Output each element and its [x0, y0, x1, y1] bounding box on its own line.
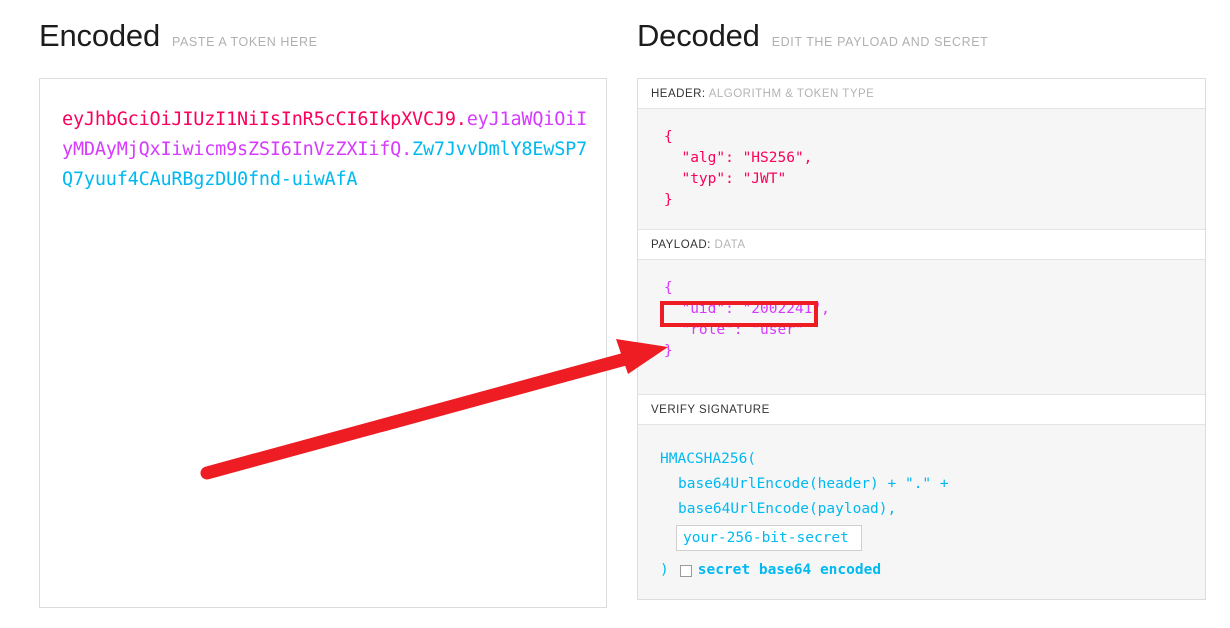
base64-encoded-checkbox[interactable]	[679, 564, 692, 577]
payload-json-body[interactable]: { "uid": "2002241", "role": "user" }	[638, 260, 1205, 395]
payload-label-text: PAYLOAD:	[651, 239, 711, 251]
header-json-line: "typ": "JWT"	[664, 171, 787, 187]
header-json-body[interactable]: { "alg": "HS256", "typ": "JWT" }	[638, 109, 1205, 230]
base64-encoded-label: secret base64 encoded	[697, 562, 882, 578]
hmac-line: HMACSHA256(	[660, 451, 757, 467]
token-separator-2: .	[401, 139, 413, 160]
decoded-title: Decoded	[637, 18, 760, 53]
header-label-muted: ALGORITHM & TOKEN TYPE	[708, 88, 875, 100]
header-label-text: HEADER:	[651, 88, 706, 100]
encoded-token-panel[interactable]: eyJhbGciOiJIUzI1NiIsInR5cCI6IkpXVCJ9.eyJ…	[39, 78, 607, 608]
payload-json-line: "uid": "2002241",	[664, 301, 830, 317]
header-json-line: "alg": "HS256",	[664, 150, 813, 166]
encoded-subtitle: PASTE A TOKEN HERE	[171, 35, 318, 49]
payload-section-label: PAYLOAD: DATA	[638, 230, 1205, 260]
encoded-title: Encoded	[39, 18, 160, 53]
closing-paren: )	[660, 562, 669, 578]
decoded-panel: HEADER: ALGORITHM & TOKEN TYPE { "alg": …	[637, 78, 1206, 600]
token-header-segment: eyJhbGciOiJIUzI1NiIsInR5cCI6IkpXVCJ9	[62, 109, 456, 130]
secret-input[interactable]	[676, 525, 862, 551]
base64-encoded-row[interactable]: ) secret base64 encoded	[638, 560, 1205, 581]
decoded-column-heading: Decoded EDIT THE PAYLOAD AND SECRET	[637, 18, 988, 54]
decoded-subtitle: EDIT THE PAYLOAD AND SECRET	[771, 35, 989, 49]
signature-label-text: VERIFY SIGNATURE	[651, 404, 770, 416]
signature-body: HMACSHA256( base64UrlEncode(header) + ".…	[638, 425, 1205, 599]
header-json-line: }	[664, 192, 673, 208]
token-separator-1: .	[455, 109, 467, 130]
header-json-line: {	[664, 129, 673, 145]
base64url-header-line: base64UrlEncode(header) + "." +	[678, 476, 949, 492]
header-section-label: HEADER: ALGORITHM & TOKEN TYPE	[638, 79, 1205, 109]
payload-json-line: "role": "user"	[664, 322, 804, 338]
encoded-token-text[interactable]: eyJhbGciOiJIUzI1NiIsInR5cCI6IkpXVCJ9.eyJ…	[62, 105, 588, 195]
encoded-column-heading: Encoded PASTE A TOKEN HERE	[39, 18, 318, 54]
payload-json-line: {	[664, 280, 673, 296]
signature-section-label: VERIFY SIGNATURE	[638, 395, 1205, 425]
base64url-payload-line: base64UrlEncode(payload),	[678, 501, 897, 517]
payload-json-line: }	[664, 343, 673, 359]
payload-label-muted: DATA	[714, 239, 746, 251]
